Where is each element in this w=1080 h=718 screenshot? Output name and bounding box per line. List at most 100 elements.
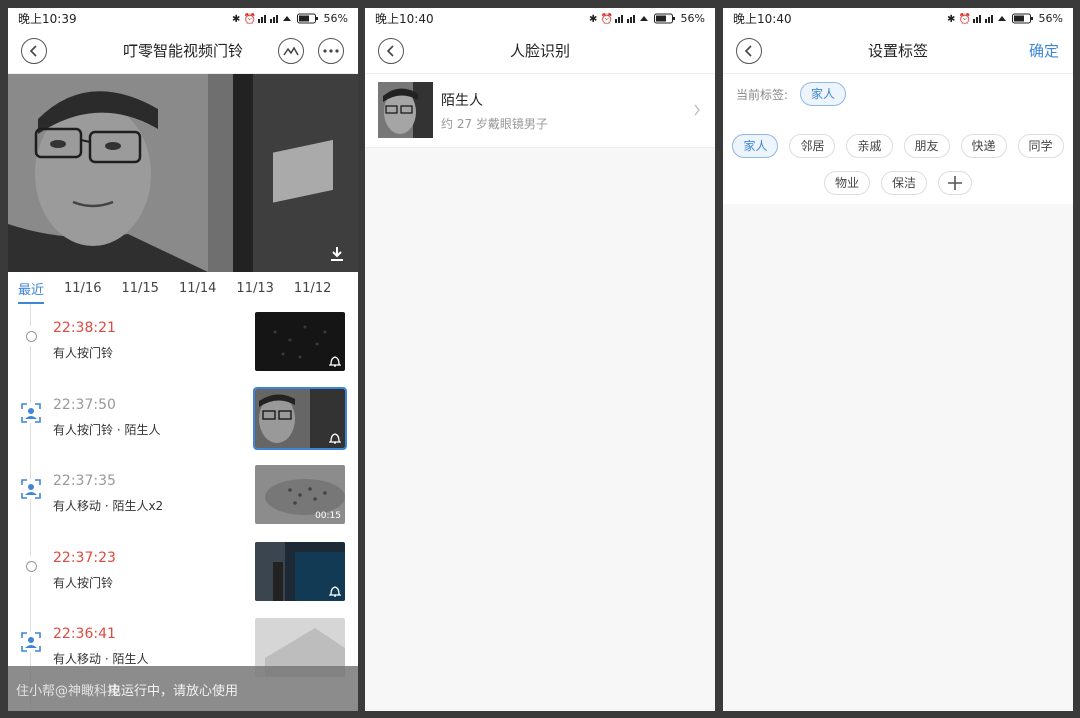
tab-date[interactable]: 11/12	[294, 275, 331, 302]
status-time: 晚上10:40	[375, 11, 434, 26]
page-title: 设置标签	[867, 42, 928, 60]
add-tag-button[interactable]	[938, 171, 973, 195]
event-time: 22:37:50	[53, 397, 116, 413]
chevron-right-icon	[694, 104, 700, 116]
tag-options: 家人 邻居 亲戚 朋友 快递 同学 物业 保洁	[723, 114, 1073, 204]
status-time: 晚上10:39	[18, 11, 77, 26]
current-tag-row: 当前标签: 家人	[723, 74, 1073, 114]
toast-text: 电运行中，请放心使用	[108, 684, 239, 699]
phone-screen-face-recognition: 晚上10:40 ✱ ⏰ 56% 人脸识别 陌生人 约 27 岁戴眼镜男子	[365, 8, 715, 711]
video-duration: 00:15	[315, 511, 341, 521]
face-name: 陌生人	[441, 93, 483, 109]
svg-text:✱ ⏰: ✱ ⏰	[232, 13, 256, 24]
chevron-left-icon	[744, 45, 752, 57]
watermark: 住小帮@神瞰科技	[16, 684, 121, 699]
status-bar: 晚上10:39 ✱ ⏰ 56%	[8, 8, 358, 28]
event-desc: 有人移动 · 陌生人	[53, 652, 149, 666]
event-thumbnail[interactable]: 00:15	[255, 465, 345, 524]
status-bar: 晚上10:40 ✱ ⏰ 56%	[365, 8, 715, 28]
phone-screen-set-tag: 晚上10:40 ✱ ⏰ 56% 设置标签 确定 当前标签: 家人 家人 邻居 亲…	[723, 8, 1073, 711]
event-item[interactable]: 22:38:21 有人按门铃	[8, 304, 358, 380]
confirm-button[interactable]: 确定	[1029, 40, 1059, 61]
tab-recent[interactable]: 最近	[18, 273, 45, 304]
event-thumbnail[interactable]	[255, 312, 345, 371]
back-button[interactable]	[378, 38, 404, 64]
current-tag-chip[interactable]: 家人	[800, 82, 847, 106]
bell-icon	[329, 433, 341, 444]
event-time: 22:37:35	[53, 473, 116, 489]
tag-chip-classmate[interactable]: 同学	[1017, 134, 1064, 158]
landscape-icon	[283, 46, 299, 56]
face-album-button[interactable]	[278, 38, 304, 64]
status-icons: ✱ ⏰	[947, 13, 1006, 24]
bell-icon	[329, 356, 341, 367]
date-tabs: 最近 11/16 11/15 11/14 11/13 11/12	[8, 272, 358, 304]
status-icons: ✱ ⏰	[232, 13, 291, 24]
dot-icon	[21, 556, 41, 576]
status-bar: 晚上10:40 ✱ ⏰ 56%	[723, 8, 1073, 28]
download-icon[interactable]	[330, 246, 344, 262]
event-item[interactable]: 22:37:50 有人按门铃 · 陌生人	[8, 381, 358, 457]
camera-frame-image	[8, 74, 358, 272]
battery-percent: 56%	[1038, 11, 1063, 25]
event-time: 22:36:41	[53, 626, 116, 642]
battery-icon	[296, 13, 318, 23]
status-time: 晚上10:40	[733, 11, 792, 26]
face-photo	[378, 82, 433, 138]
tab-date[interactable]: 11/16	[64, 275, 101, 302]
svg-text:✱ ⏰: ✱ ⏰	[589, 13, 613, 24]
page-title: 叮零智能视频门铃	[122, 42, 243, 60]
page-title: 人脸识别	[509, 42, 570, 60]
dot-icon	[21, 326, 41, 346]
chevron-left-icon	[29, 45, 37, 57]
tag-chip-cleaner[interactable]: 保洁	[881, 171, 928, 195]
nav-bar: 人脸识别	[365, 28, 715, 74]
svg-text:✱ ⏰: ✱ ⏰	[947, 13, 971, 24]
phone-screen-doorbell: 晚上10:39 ✱ ⏰ 56% 叮零智能视频门铃 最近 11/16 11/15 …	[8, 8, 358, 711]
tag-chip-courier[interactable]: 快递	[960, 134, 1007, 158]
tag-chip-neighbor[interactable]: 邻居	[789, 134, 836, 158]
tab-date[interactable]: 11/13	[236, 275, 273, 302]
battery-percent: 56%	[323, 11, 348, 25]
tag-chip-friend[interactable]: 朋友	[903, 134, 950, 158]
event-desc: 有人移动 · 陌生人x2	[53, 499, 164, 513]
face-list-item[interactable]: 陌生人 约 27 岁戴眼镜男子	[365, 74, 715, 148]
current-tag-label: 当前标签:	[736, 87, 789, 102]
plus-icon	[948, 176, 963, 190]
face-scan-icon	[21, 632, 41, 652]
face-scan-icon	[21, 479, 41, 499]
event-thumbnail[interactable]	[253, 387, 347, 450]
face-scan-icon	[21, 403, 41, 423]
tag-row: 家人 邻居 亲戚 朋友 快递 同学	[723, 134, 1073, 158]
battery-icon	[653, 13, 675, 23]
tag-row: 物业 保洁	[723, 171, 1073, 195]
live-video[interactable]	[8, 74, 358, 272]
bell-icon	[329, 586, 341, 597]
event-desc: 有人按门铃	[53, 576, 114, 590]
face-desc: 约 27 岁戴眼镜男子	[441, 117, 548, 131]
notice-toast: 住小帮@神瞰科技 电运行中，请放心使用	[8, 666, 358, 711]
event-time: 22:37:23	[53, 550, 116, 566]
tab-date[interactable]: 11/14	[179, 275, 216, 302]
chevron-left-icon	[386, 45, 394, 57]
event-timeline: 22:38:21 有人按门铃 22:37:50 有人按门铃 · 陌生人 22:3…	[8, 304, 358, 711]
event-desc: 有人按门铃 · 陌生人	[53, 423, 161, 437]
event-thumbnail[interactable]	[255, 542, 345, 601]
tab-date[interactable]: 11/15	[121, 275, 158, 302]
more-dots-icon	[323, 49, 339, 53]
tag-chip-property[interactable]: 物业	[823, 171, 870, 195]
event-desc: 有人按门铃	[53, 346, 114, 360]
more-button[interactable]	[318, 38, 344, 64]
tag-chip-family[interactable]: 家人	[732, 134, 779, 158]
status-icons: ✱ ⏰	[589, 13, 648, 24]
battery-percent: 56%	[680, 11, 705, 25]
event-time: 22:38:21	[53, 320, 116, 336]
tag-chip-relative[interactable]: 亲戚	[846, 134, 893, 158]
nav-bar: 设置标签 确定	[723, 28, 1073, 74]
event-item[interactable]: 22:37:35 有人移动 · 陌生人x2 00:15	[8, 457, 358, 533]
nav-bar: 叮零智能视频门铃	[8, 28, 358, 74]
event-item[interactable]: 22:37:23 有人按门铃	[8, 534, 358, 610]
battery-icon	[1011, 13, 1033, 23]
back-button[interactable]	[21, 38, 47, 64]
back-button[interactable]	[736, 38, 762, 64]
